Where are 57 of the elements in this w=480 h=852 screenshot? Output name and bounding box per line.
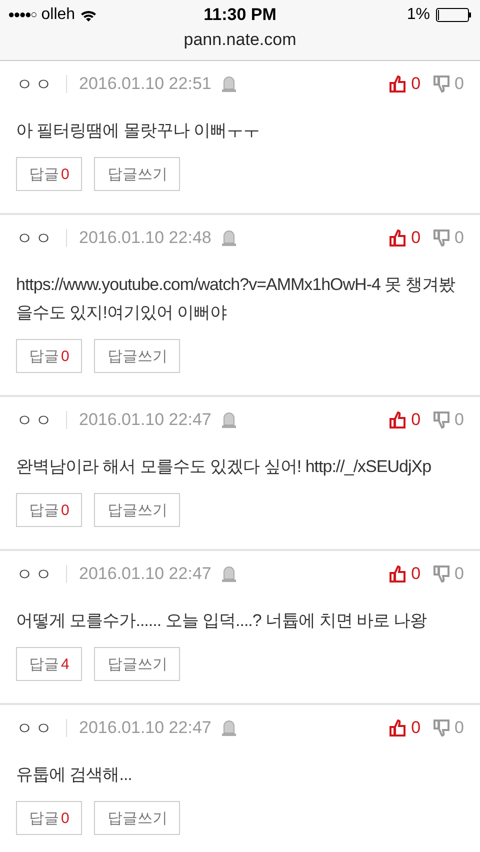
like-count: 0 — [411, 410, 421, 430]
comment-date: 2016.01.10 22:47 — [79, 718, 212, 738]
wifi-icon — [80, 8, 98, 22]
thumbs-up-icon[interactable] — [389, 229, 408, 247]
bell-icon[interactable] — [221, 411, 238, 429]
dislike-count: 0 — [454, 410, 464, 430]
author-name: ㅇㅇ — [16, 564, 54, 586]
thumbs-down-icon[interactable] — [432, 719, 451, 737]
write-reply-button[interactable]: 답글쓰기 — [94, 157, 180, 191]
replies-button[interactable]: 답글 0 — [16, 157, 82, 191]
thumbs-down-icon[interactable] — [432, 565, 451, 583]
author-name: ㅇㅇ — [16, 410, 54, 432]
comment-text: 아 필터링땜에 몰랏꾸나 이뻐ㅜㅜ — [16, 120, 261, 142]
author-name: ㅇㅇ — [16, 228, 54, 250]
bell-icon[interactable] — [221, 229, 238, 247]
like-count: 0 — [411, 228, 421, 248]
author-name: ㅇㅇ — [16, 74, 54, 96]
like-count: 0 — [411, 74, 421, 94]
dislike-count: 0 — [454, 564, 464, 584]
clock-time: 11:30 PM — [204, 5, 276, 25]
write-reply-button[interactable]: 답글쓰기 — [94, 493, 180, 527]
comment-date: 2016.01.10 22:47 — [79, 564, 212, 584]
like-count: 0 — [411, 718, 421, 738]
replies-button[interactable]: 답글 0 — [16, 339, 82, 373]
signal-strength: ●●●●○ — [8, 9, 36, 21]
thumbs-up-icon[interactable] — [389, 411, 408, 429]
battery-percent: 1% — [406, 6, 430, 24]
replies-button[interactable]: 답글 0 — [16, 801, 82, 835]
comment-text: 어떻게 모를수가...... 오늘 입덕....? 너튭에 치면 바로 나왕 — [16, 610, 428, 632]
thumbs-down-icon[interactable] — [432, 75, 451, 93]
comment-date: 2016.01.10 22:48 — [79, 228, 212, 248]
dislike-count: 0 — [454, 228, 464, 248]
comment-date: 2016.01.10 22:51 — [79, 74, 212, 94]
write-reply-button[interactable]: 답글쓰기 — [94, 801, 180, 835]
thumbs-up-icon[interactable] — [389, 75, 408, 93]
comment-text: https://www.youtube.com/watch?v=AMMx1hOwH-4 못 챙겨봤을수도 있지!여기있어 이뻐야 — [16, 274, 456, 324]
comment-date: 2016.01.10 22:47 — [79, 410, 212, 430]
carrier-name: olleh — [41, 6, 76, 24]
write-reply-button[interactable]: 답글쓰기 — [94, 339, 180, 373]
bell-icon[interactable] — [221, 75, 238, 93]
replies-button[interactable]: 답글4 — [16, 647, 82, 681]
thumbs-up-icon[interactable] — [389, 719, 408, 737]
author-name: ㅇㅇ — [16, 718, 54, 740]
dislike-count: 0 — [454, 74, 464, 94]
thumbs-down-icon[interactable] — [432, 229, 451, 247]
write-reply-button[interactable]: 답글쓰기 — [94, 647, 180, 681]
replies-button[interactable]: 답글 0 — [16, 493, 82, 527]
comment-text: 완벽남이라 해서 모를수도 있겠다 싶어! http://_/xSEUdjXp — [16, 456, 432, 478]
like-count: 0 — [411, 564, 421, 584]
dislike-count: 0 — [454, 718, 464, 738]
battery-icon — [436, 8, 472, 22]
bell-icon[interactable] — [221, 719, 238, 737]
bell-icon[interactable] — [221, 565, 238, 583]
address-url[interactable]: pann.nate.com — [184, 30, 296, 50]
thumbs-up-icon[interactable] — [389, 565, 408, 583]
thumbs-down-icon[interactable] — [432, 411, 451, 429]
comment-text: 유툽에 검색해... — [16, 764, 133, 786]
